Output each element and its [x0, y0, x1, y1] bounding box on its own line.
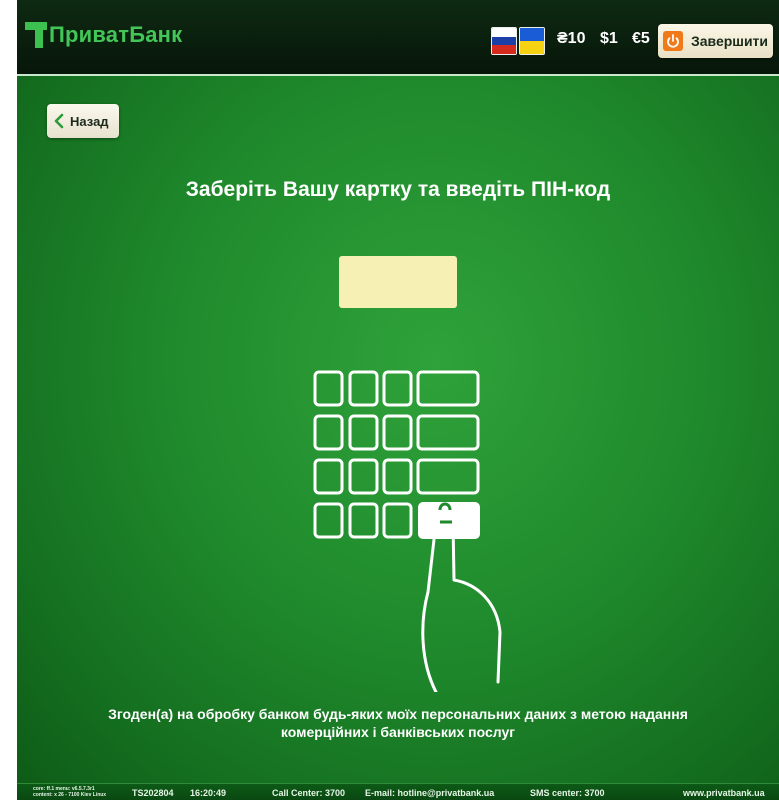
chevron-left-icon: [54, 113, 64, 129]
sms-center: SMS center: 3700: [530, 788, 605, 798]
finish-label: Завершити: [690, 33, 769, 49]
consent-line-2: комерційних і банківських послуг: [280, 724, 516, 740]
page-title: Заберіть Вашу картку та введіть ПІН-код: [185, 178, 611, 201]
currency-eur: €5: [632, 30, 650, 47]
system-info-line-2: content: x 26 - 7100 Kiev Linux: [33, 792, 107, 798]
system-info: core: ff.1 menu: v6.5.7.3r1 content: x 2…: [33, 786, 106, 798]
power-icon: [662, 31, 683, 51]
russian-flag-icon[interactable]: [491, 27, 517, 55]
atm-screen: ПриватБанк ₴10 $1 €5 Завершити Назад Заб…: [17, 0, 779, 800]
footer-bar: core: ff.1 menu: v6.5.7.3r1 content: x 2…: [17, 783, 779, 800]
logo-text: ПриватБанк: [49, 22, 183, 47]
consent-text: Згоден(а) на обробку банком будь-яких мо…: [57, 705, 739, 741]
back-button[interactable]: Назад: [47, 104, 119, 138]
ukrainian-flag-icon[interactable]: [519, 27, 545, 55]
currency-usd: $1: [600, 30, 618, 47]
header-divider: [17, 74, 779, 76]
pin-input[interactable]: [339, 256, 457, 308]
keypad-hand-illustration: [302, 362, 502, 697]
call-center: Call Center: 3700: [272, 788, 346, 798]
left-margin: [0, 0, 17, 800]
support-email: E-mail: hotline@privatbank.ua: [365, 788, 495, 798]
top-bar: ПриватБанк ₴10 $1 €5 Завершити: [17, 0, 779, 74]
privatbank-logo-icon: [25, 22, 47, 48]
website: www.privatbank.ua: [683, 788, 765, 798]
terminal-id: TS202804: [132, 788, 174, 798]
privatbank-logo: ПриватБанк: [25, 22, 182, 48]
back-label: Назад: [70, 113, 109, 129]
footer-time: 16:20:49: [190, 788, 227, 798]
currency-uah: ₴10: [557, 30, 586, 47]
finish-button[interactable]: Завершити: [658, 24, 773, 58]
consent-line-1: Згоден(а) на обробку банком будь-яких мо…: [108, 706, 688, 722]
